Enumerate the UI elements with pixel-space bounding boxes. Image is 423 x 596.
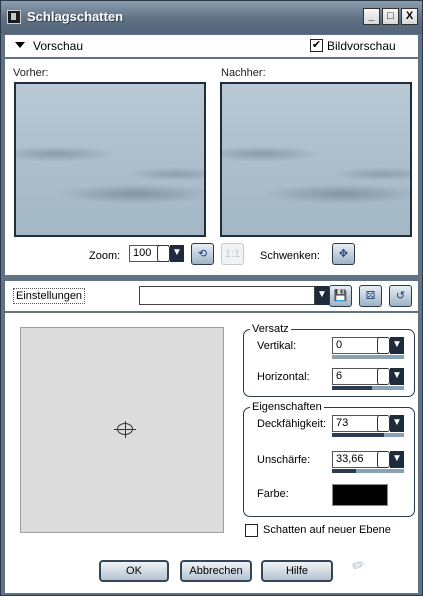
help-button[interactable]: Hilfe: [261, 560, 333, 582]
horizontal-slider-fill: [332, 386, 372, 390]
opacity-input[interactable]: 73: [332, 415, 380, 432]
opacity-slider[interactable]: [332, 433, 404, 437]
pan-move-icon[interactable]: ✥: [332, 243, 355, 265]
maximize-button[interactable]: □: [382, 8, 399, 25]
opacity-slider-fill: [332, 433, 384, 437]
save-preset-button[interactable]: 💾: [329, 285, 352, 307]
blur-slider-fill: [332, 469, 356, 473]
collapse-caret-icon[interactable]: [15, 42, 25, 48]
after-preview-image[interactable]: [220, 82, 412, 237]
horizontal-slider[interactable]: [332, 386, 404, 390]
zoom-dropdown-icon[interactable]: ▼: [170, 245, 184, 262]
title-bar[interactable]: Schlagschatten _ □ X: [1, 1, 422, 34]
new-layer-checkbox[interactable]: [245, 524, 258, 537]
color-label: Farbe:: [257, 488, 289, 500]
vertical-input[interactable]: 0: [332, 337, 380, 354]
reset-button[interactable]: ↺: [389, 285, 412, 307]
ok-button[interactable]: OK: [99, 560, 169, 582]
horizontal-label: Horizontal:: [257, 371, 310, 383]
before-label: Vorher:: [13, 67, 49, 79]
dialog-window: Schlagschatten _ □ X Vorschau ✔ Bildvors…: [0, 0, 423, 596]
before-preview-image[interactable]: [14, 82, 206, 237]
image-preview-label[interactable]: Bildvorschau: [327, 39, 396, 53]
vertical-spinner[interactable]: [377, 337, 390, 354]
opacity-dropdown-icon[interactable]: ▼: [390, 415, 404, 432]
signature-watermark: ✎: [346, 556, 370, 577]
properties-legend: Eigenschaften: [252, 401, 322, 413]
minimize-button[interactable]: _: [363, 8, 380, 25]
zoom-actual-size-button: 1:1: [221, 243, 244, 265]
blur-slider[interactable]: [332, 469, 404, 473]
zoom-spinner[interactable]: [157, 245, 170, 262]
color-swatch[interactable]: [332, 484, 388, 506]
cancel-button[interactable]: Abbrechen: [180, 560, 252, 582]
shadow-offset-preview[interactable]: [20, 327, 224, 533]
horizontal-input[interactable]: 6: [332, 368, 380, 385]
blur-input[interactable]: 33,66: [332, 451, 380, 468]
offset-crosshair-icon[interactable]: [114, 421, 136, 438]
opacity-spinner[interactable]: [377, 415, 390, 432]
pan-label: Schwenken:: [260, 250, 320, 262]
new-layer-label[interactable]: Schatten auf neuer Ebene: [263, 524, 391, 536]
settings-label: Einstellungen: [13, 288, 86, 304]
app-icon: [7, 10, 21, 24]
vertical-slider[interactable]: [332, 355, 404, 359]
vertical-label: Vertikal:: [257, 340, 297, 352]
settings-panel: Versatz Vertikal: 0 ▼ Horizontal: 6 ▼ Ei…: [5, 313, 418, 593]
close-button[interactable]: X: [401, 8, 418, 25]
blur-spinner[interactable]: [377, 451, 390, 468]
blur-dropdown-icon[interactable]: ▼: [390, 451, 404, 468]
blur-label: Unschärfe:: [257, 454, 311, 466]
window-title: Schlagschatten: [27, 9, 124, 24]
opacity-label: Deckfähigkeit:: [257, 418, 327, 430]
horizontal-dropdown-icon[interactable]: ▼: [390, 368, 404, 385]
horizontal-spinner[interactable]: [377, 368, 390, 385]
preview-header: Vorschau ✔ Bildvorschau: [5, 35, 418, 57]
after-label: Nachher:: [221, 67, 266, 79]
preset-select[interactable]: [139, 286, 315, 305]
preview-panel: Vorher: Nachher: Zoom: 100 ▼ ⟲ 1:1 Schwe…: [5, 59, 418, 275]
preset-dropdown-icon[interactable]: ▼: [315, 286, 329, 305]
zoom-fit-button[interactable]: ⟲: [191, 243, 214, 265]
preview-toggle-label[interactable]: Vorschau: [33, 39, 83, 53]
image-preview-checkbox[interactable]: ✔: [310, 39, 323, 52]
zoom-label: Zoom:: [89, 250, 121, 262]
offset-legend: Versatz: [252, 323, 289, 335]
vertical-dropdown-icon[interactable]: ▼: [390, 337, 404, 354]
random-dice-button[interactable]: ⚄: [359, 285, 382, 307]
settings-row: Einstellungen ▼ 💾 ⚄ ↺: [5, 281, 418, 311]
